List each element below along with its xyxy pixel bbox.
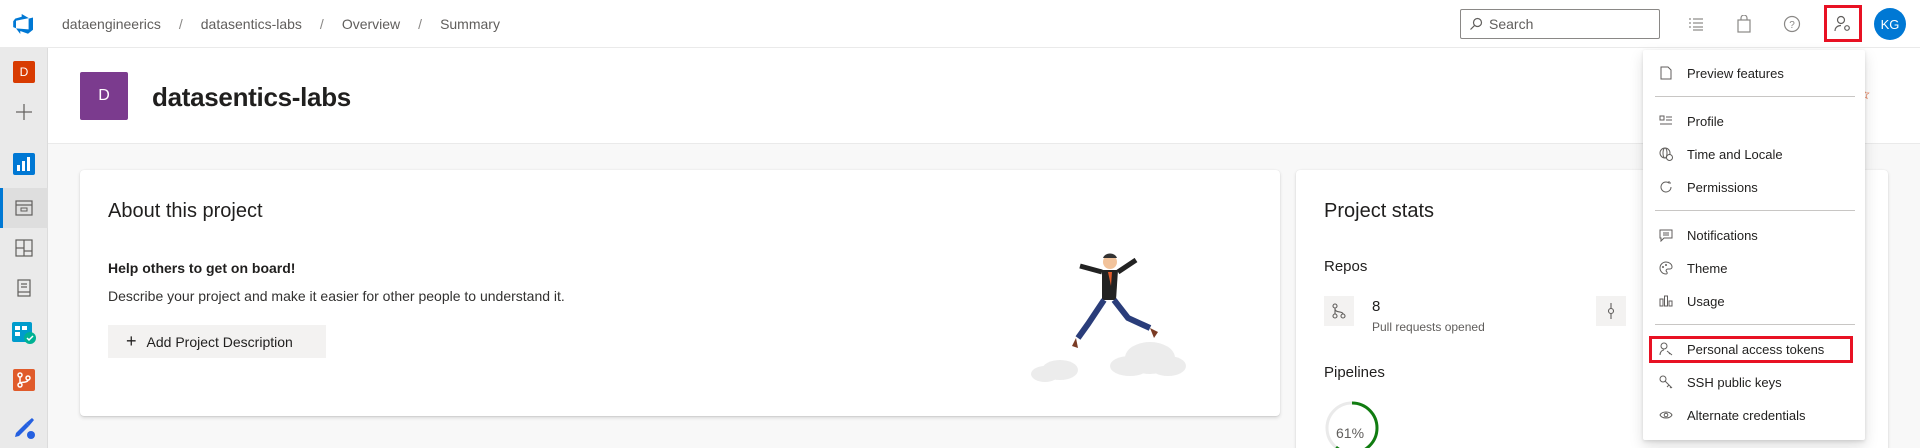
menu-item-label: Usage (1687, 293, 1725, 309)
breadcrumb-summary[interactable]: Summary (436, 16, 504, 32)
project-avatar: D (80, 72, 128, 120)
menu-item-label: Theme (1687, 260, 1728, 276)
menu-item-time-locale[interactable]: Time and Locale (1643, 138, 1865, 170)
help-icon[interactable]: ? (1780, 12, 1804, 36)
help-title: Help others to get on board! (108, 260, 296, 276)
rail-new-button[interactable] (0, 92, 48, 132)
about-card-title: About this project (108, 200, 263, 222)
key-icon (1657, 373, 1675, 391)
user-settings-button[interactable] (1824, 5, 1862, 42)
rail-summary[interactable] (0, 188, 48, 228)
dashboard-icon (15, 239, 33, 257)
pipelines-section-label: Pipelines (1324, 364, 1385, 381)
menu-item-profile[interactable]: Profile (1643, 105, 1865, 137)
menu-item-label: Alternate credentials (1687, 407, 1806, 423)
breadcrumb-separator: / (418, 15, 423, 32)
rail-repos[interactable] (0, 360, 48, 400)
menu-item-ssh-public-keys[interactable]: SSH public keys (1643, 366, 1865, 398)
menu-item-label: Preview features (1687, 65, 1784, 81)
project-header: D datasentics-labs (48, 48, 1920, 144)
message-icon (1657, 226, 1675, 244)
commit-icon (1596, 296, 1626, 326)
user-avatar[interactable]: KG (1874, 8, 1906, 40)
menu-divider (1655, 324, 1855, 325)
wiki-book-icon (17, 279, 31, 297)
boards-icon (12, 322, 36, 344)
svg-text:?: ? (1789, 20, 1795, 31)
menu-item-label: Permissions (1687, 179, 1758, 195)
overview-icon (13, 153, 35, 175)
azure-devops-logo-icon[interactable] (0, 0, 48, 48)
work-items-list-icon[interactable] (1684, 12, 1708, 36)
project-title: datasentics-labs (152, 82, 351, 112)
pipeline-success-percent: 61% (1336, 425, 1365, 441)
menu-divider (1655, 210, 1855, 211)
rail-pipelines[interactable] (0, 408, 48, 448)
breadcrumb-separator: / (319, 15, 324, 32)
search-icon (1469, 17, 1483, 31)
menu-item-usage[interactable]: Usage (1643, 285, 1865, 317)
add-project-description-button[interactable]: + Add Project Description (108, 325, 326, 358)
menu-item-preview-features[interactable]: Preview features (1643, 57, 1865, 89)
repos-icon (13, 369, 35, 391)
plus-icon: + (126, 331, 137, 351)
search-placeholder: Search (1489, 16, 1534, 32)
user-settings-icon (1834, 15, 1850, 31)
menu-item-notifications[interactable]: Notifications (1643, 219, 1865, 251)
refresh-icon (1657, 178, 1675, 196)
marketplace-bag-icon[interactable] (1732, 12, 1756, 36)
pull-request-icon (1324, 296, 1354, 326)
rail-wiki[interactable] (0, 268, 48, 308)
repos-section-label: Repos (1324, 258, 1368, 275)
chart-icon (1657, 292, 1675, 310)
add-description-label: Add Project Description (146, 333, 293, 350)
menu-item-label: Notifications (1687, 227, 1758, 243)
profile-card-icon (1657, 112, 1675, 130)
pipelines-icon (15, 418, 35, 439)
rail-overview[interactable] (0, 144, 48, 184)
menu-item-theme[interactable]: Theme (1643, 252, 1865, 284)
help-description: Describe your project and make it easier… (108, 288, 565, 304)
about-project-card: About this project Help others to get on… (80, 170, 1280, 416)
eye-icon (1657, 406, 1675, 424)
plus-icon (16, 104, 32, 120)
breadcrumb-organization[interactable]: dataengineerics (58, 16, 165, 32)
breadcrumb-project[interactable]: datasentics-labs (197, 16, 306, 32)
menu-divider (1655, 96, 1855, 97)
summary-icon (15, 200, 33, 216)
pull-requests-label: Pull requests opened (1372, 320, 1485, 334)
menu-item-label: Profile (1687, 113, 1724, 129)
jumping-person-illustration (1020, 240, 1200, 395)
breadcrumb: dataengineerics / datasentics-labs / Ove… (58, 16, 504, 32)
left-navigation-rail: D (0, 48, 48, 448)
rail-dashboards[interactable] (0, 228, 48, 268)
user-settings-menu: Preview features Profile Time and Locale… (1643, 50, 1865, 440)
rail-project-tile[interactable]: D (0, 52, 48, 92)
pull-requests-count[interactable]: 8 (1372, 298, 1380, 315)
rail-boards[interactable] (0, 312, 48, 352)
menu-item-alternate-credentials[interactable]: Alternate credentials (1643, 399, 1865, 431)
globe-clock-icon (1657, 145, 1675, 163)
personal-access-tokens-highlight (1649, 336, 1853, 363)
search-input[interactable]: Search (1460, 9, 1660, 39)
breadcrumb-separator: / (178, 15, 183, 32)
breadcrumb-overview[interactable]: Overview (338, 16, 404, 32)
menu-item-label: SSH public keys (1687, 374, 1782, 390)
project-tile-icon: D (13, 61, 35, 83)
stats-card-title: Project stats (1324, 200, 1435, 222)
menu-item-label: Time and Locale (1687, 146, 1783, 162)
menu-item-permissions[interactable]: Permissions (1643, 171, 1865, 203)
page-icon (1657, 64, 1675, 82)
palette-icon (1657, 259, 1675, 277)
